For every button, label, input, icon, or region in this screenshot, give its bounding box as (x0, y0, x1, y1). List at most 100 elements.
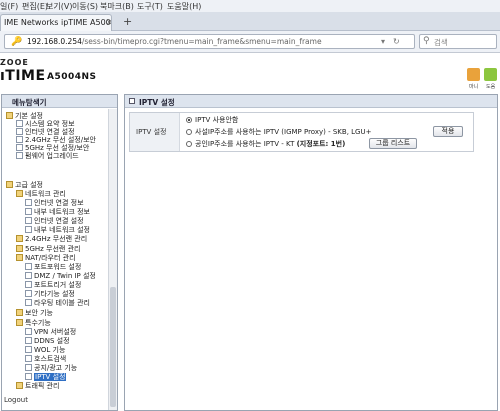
model-name: A5004NS (47, 72, 97, 82)
sidebar-item-label: 2.4GHz 무선 설정/보안 (25, 136, 96, 144)
page-icon (25, 355, 32, 362)
logout-link[interactable]: Logout (4, 396, 28, 404)
page-icon (25, 346, 32, 353)
sidebar-item-label: 5GHz 무선랜 관리 (25, 245, 81, 253)
sidebar-item-label: 인터넷 연결 정보 (34, 199, 84, 207)
page-title: IPTV 설정 (139, 98, 175, 107)
sidebar-item[interactable]: 기타기능 설정 (25, 290, 75, 299)
sidebar-item[interactable]: 내부 네트워크 설정 (25, 226, 90, 235)
sidebar-item[interactable]: 인터넷 연결 정보 (25, 199, 84, 208)
page-icon (25, 328, 32, 335)
sidebar-item[interactable]: NAT/라우터 관리 (16, 254, 76, 263)
section-icon (129, 98, 135, 104)
page-icon (16, 136, 23, 143)
page-icon (25, 217, 32, 224)
folder-icon (16, 190, 23, 197)
reload-icon[interactable]: ↻ (393, 37, 400, 46)
help-button[interactable] (484, 68, 497, 81)
key-icon: 🔑 (11, 37, 23, 47)
page-icon (25, 226, 32, 233)
sidebar-item[interactable]: DMZ / Twin IP 설정 (25, 272, 96, 281)
option-label: 사설IP주소를 사용하는 IPTV (IGMP Proxy) - SKB, LG… (195, 128, 372, 136)
page-icon (25, 373, 32, 380)
sidebar-item[interactable]: DDNS 설정 (25, 337, 70, 346)
iptv-settings-box: IPTV 설정 IPTV 사용안함 사설IP주소를 사용하는 IPTV (IGM… (129, 112, 474, 152)
sidebar-item-label: 라우팅 테이블 관리 (34, 299, 90, 307)
option-igmp-proxy[interactable]: 사설IP주소를 사용하는 IPTV (IGMP Proxy) - SKB, LG… (186, 127, 371, 137)
sidebar-item[interactable]: 펌웨어 업그레이드 (16, 152, 79, 161)
page-icon (25, 208, 32, 215)
sidebar-item[interactable]: 트래픽 관리 (16, 382, 59, 391)
sidebar-item-label: 공지/광고 기능 (34, 364, 78, 372)
logo-top-text: ZOOE (0, 58, 29, 67)
sidebar-item-label: DDNS 설정 (34, 337, 70, 345)
page-icon (25, 263, 32, 270)
sidebar-item[interactable]: 특수기능 (16, 319, 51, 328)
folder-icon (16, 254, 23, 261)
url-path: /sess-bin/timepro.cgi?tmenu=main_frame&s… (81, 37, 322, 46)
option-port-note: (지정포트: 1번) (296, 140, 346, 148)
sidebar-item[interactable]: 고급 설정 (6, 181, 43, 190)
dropdown-icon[interactable]: ▾ (381, 37, 385, 46)
sidebar-item[interactable]: 라우팅 테이블 관리 (25, 299, 90, 308)
radio-button[interactable] (186, 117, 192, 123)
sidebar-item-label: 기본 설정 (15, 112, 43, 120)
sidebar-item-label: 포트포워드 설정 (34, 263, 82, 271)
sidebar-item[interactable]: 포트트리거 설정 (25, 281, 81, 290)
page-icon (25, 337, 32, 344)
page-icon (16, 120, 23, 127)
sidebar-item-label: 트래픽 관리 (25, 382, 60, 390)
sidebar-item[interactable]: 내부 네트워크 정보 (25, 208, 90, 217)
page-icon (25, 199, 32, 206)
sidebar-item[interactable]: 네트워크 관리 (16, 190, 66, 199)
page-icon (25, 281, 32, 288)
sidebar-item[interactable]: 포트포워드 설정 (25, 263, 81, 272)
sidebar-item[interactable]: 공지/광고 기능 (25, 364, 77, 373)
page-icon (25, 364, 32, 371)
menu-item[interactable]: 편집(E) (22, 1, 48, 12)
close-icon[interactable]: ✕ (106, 18, 111, 27)
sidebar-item[interactable]: WOL 기능 (25, 346, 65, 355)
help-label: 도움 (486, 84, 496, 90)
search-input[interactable]: ⚲ 검색 (419, 34, 497, 49)
apply-button[interactable]: 적용 (433, 126, 463, 137)
menu-item[interactable]: 이동(S) (72, 1, 98, 12)
option-kt[interactable]: 공인IP주소를 사용하는 IPTV - KT (지정포트: 1번) (186, 139, 345, 149)
menu-item[interactable]: 도움말(H) (167, 1, 201, 12)
sidebar-item[interactable]: IPTV 설정 (25, 373, 67, 382)
sidebar-item-label: 내부 네트워크 설정 (34, 226, 90, 234)
radio-button[interactable] (186, 141, 192, 147)
sidebar-item[interactable]: 5GHz 무선랜 관리 (16, 245, 80, 254)
sidebar-item[interactable]: 호스트검색 (25, 355, 66, 364)
folder-icon (6, 181, 13, 188)
menu-item[interactable]: 북마크(B) (100, 1, 134, 12)
sidebar-item[interactable]: 2.4GHz 무선랜 관리 (16, 235, 87, 244)
sidebar-item-label: 포트트리거 설정 (34, 281, 82, 289)
sidebar-item[interactable]: VPN 서버설정 (25, 328, 76, 337)
menu-item[interactable]: 일(F) (0, 1, 18, 12)
search-placeholder: 검색 (434, 38, 448, 47)
url-bar[interactable]: 🔑 192.168.0.254/sess-bin/timepro.cgi?tme… (4, 34, 415, 49)
browser-tab[interactable]: IME Networks ipTIME A5004... ✕ (0, 14, 112, 31)
manual-button[interactable] (467, 68, 480, 81)
sidebar-item[interactable]: 인터넷 연결 설정 (25, 217, 84, 226)
radio-button[interactable] (186, 129, 192, 135)
sidebar-item-label: 내부 네트워크 정보 (34, 208, 90, 216)
option-disable[interactable]: IPTV 사용안함 (186, 115, 238, 125)
folder-icon (16, 245, 23, 252)
sidebar-item-label: 특수기능 (25, 319, 51, 327)
page-icon (25, 290, 32, 297)
scroll-thumb[interactable] (110, 287, 116, 407)
sidebar-item-label: 고급 설정 (15, 181, 43, 189)
sidebar-item[interactable]: 보안 기능 (16, 309, 53, 318)
sidebar-item-label: 호스트검색 (34, 355, 67, 363)
field-label: IPTV 설정 (130, 113, 180, 151)
sidebar-item-label: NAT/라우터 관리 (25, 254, 76, 262)
folder-icon (16, 319, 23, 326)
group-list-button[interactable]: 그룹 리스트 (369, 138, 417, 149)
new-tab-icon[interactable]: + (123, 15, 132, 28)
sidebar-scrollbar[interactable] (108, 109, 117, 410)
folder-icon (16, 309, 23, 316)
menu-item[interactable]: 보기(V) (46, 1, 72, 12)
menu-item[interactable]: 도구(T) (137, 1, 163, 12)
